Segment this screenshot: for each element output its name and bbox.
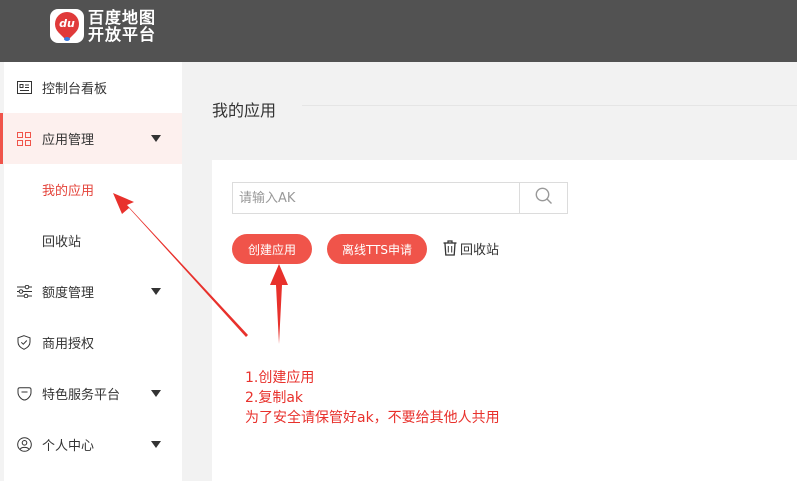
ak-search-input[interactable] (233, 183, 519, 213)
trash-icon (443, 240, 458, 257)
logo-text: 百度地图 开放平台 (88, 9, 156, 43)
sidebar-item-dashboard[interactable]: 控制台看板 (4, 62, 182, 113)
sidebar-item-recycle-bin[interactable]: 回收站 (4, 215, 182, 266)
annotation-note: 1.创建应用 2.复制ak 为了安全请保管好ak，不要给其他人共用 (245, 368, 500, 428)
page-title: 我的应用 (212, 101, 277, 120)
recycle-bin-label: 回收站 (460, 243, 500, 258)
sidebar-item-my-apps[interactable]: 我的应用 (4, 164, 182, 215)
grid-icon (16, 131, 32, 147)
baidu-map-logo[interactable]: du 百度地图 开放平台 (50, 7, 156, 43)
user-icon (16, 437, 32, 453)
sidebar-item-label: 商用授权 (42, 337, 95, 352)
caret-down-icon (151, 288, 161, 295)
shield-icon (16, 335, 32, 351)
search-icon (535, 187, 553, 209)
search-button[interactable] (519, 183, 567, 213)
annotation-line-3: 为了安全请保管好ak，不要给其他人共用 (245, 410, 500, 426)
sidebar-item-commercial-license[interactable]: 商用授权 (4, 317, 182, 368)
sidebar-item-label: 我的应用 (42, 184, 95, 199)
sidebar-item-label: 回收站 (42, 235, 82, 250)
ak-search-box (232, 182, 568, 214)
caret-down-icon (151, 441, 161, 448)
offline-tts-apply-button[interactable]: 离线TTS申请 (327, 234, 427, 264)
logo-line-2: 开放平台 (88, 25, 157, 44)
sidebar-item-label: 个人中心 (42, 439, 95, 454)
recycle-bin-link[interactable]: 回收站 (443, 239, 499, 258)
chat-icon (16, 386, 32, 402)
logo-line-1: 百度地图 (88, 8, 157, 27)
sidebar-item-label: 额度管理 (42, 286, 95, 301)
sidebar-item-featured-services[interactable]: 特色服务平台 (4, 368, 182, 419)
caret-down-icon (151, 135, 161, 142)
map-pin-icon: du (50, 7, 84, 43)
sidebar-item-quota[interactable]: 额度管理 (4, 266, 182, 317)
sidebar-item-label: 控制台看板 (42, 82, 108, 97)
annotation-line-1: 1.创建应用 (245, 370, 315, 386)
logo-badge-text: du (59, 17, 75, 30)
header-divider (302, 105, 797, 106)
dashboard-icon (16, 80, 32, 96)
sidebar-item-app-management[interactable]: 应用管理 (0, 113, 182, 164)
caret-down-icon (151, 390, 161, 397)
sliders-icon (16, 284, 32, 300)
sidebar: 控制台看板 应用管理 我的应用 回收站 额度管理 商用授权 特色服务平台 个人中… (0, 62, 182, 481)
annotation-line-2: 2.复制ak (245, 390, 304, 406)
create-app-button[interactable]: 创建应用 (232, 234, 312, 264)
sidebar-item-label: 特色服务平台 (42, 388, 121, 403)
sidebar-item-personal-center[interactable]: 个人中心 (4, 419, 182, 470)
top-bar: du 百度地图 开放平台 (0, 0, 797, 62)
sidebar-item-label: 应用管理 (42, 133, 95, 148)
